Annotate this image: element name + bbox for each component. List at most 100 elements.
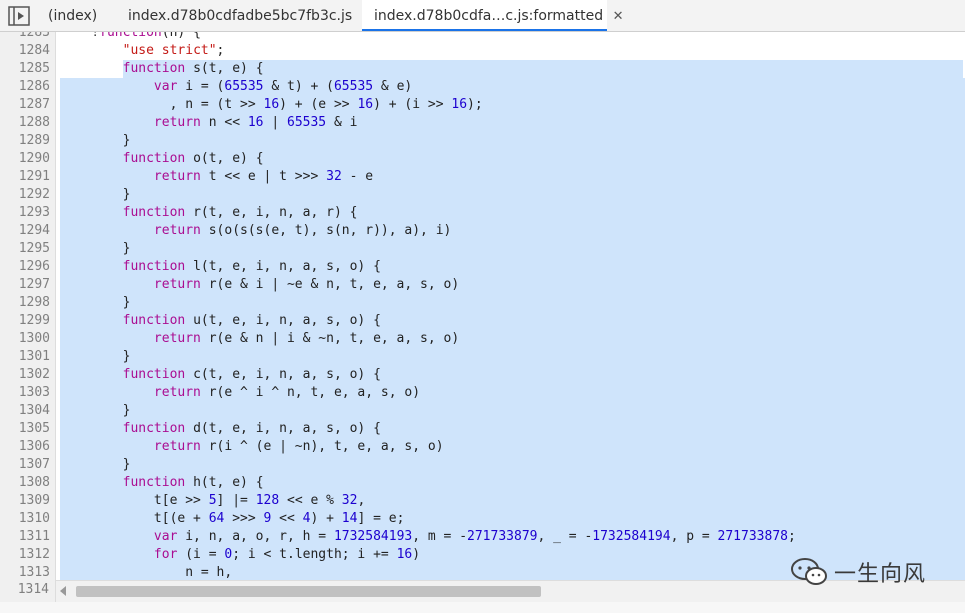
line-number: 1304: [18, 403, 50, 418]
line-number: 1294: [18, 223, 50, 238]
code-line[interactable]: 1309 t[e >> 5] |= 128 << e % 32,: [0, 492, 965, 510]
code-text: t[(e + 64 >>> 9 << 4) + 14] = e;: [60, 510, 965, 528]
watermark-text: 一生向风: [834, 562, 927, 587]
code-line[interactable]: 1311 var i, n, a, o, r, h = 1732584193, …: [0, 528, 965, 546]
code-line[interactable]: 1294 return s(o(s(s(e, t), s(n, r)), a),…: [0, 222, 965, 240]
code-line[interactable]: 1283 !function(n) {: [0, 32, 965, 42]
line-number: 1291: [18, 169, 50, 184]
line-number: 1286: [18, 79, 50, 94]
code-text: function s(t, e) {: [60, 60, 965, 78]
code-text: function h(t, e) {: [60, 474, 965, 492]
line-number: 1293: [18, 205, 50, 220]
code-text: function r(t, e, i, n, a, r) {: [60, 204, 965, 222]
line-number: 1310: [18, 511, 50, 526]
code-line[interactable]: 1298 }: [0, 294, 965, 312]
scroll-thumb[interactable]: [76, 586, 541, 597]
watermark: 一生向风: [790, 552, 926, 592]
code-line[interactable]: 1287 , n = (t >> 16) + (e >> 16) + (i >>…: [0, 96, 965, 114]
code-line[interactable]: 1290 function o(t, e) {: [0, 150, 965, 168]
code-lines: 1283 !function(n) {1284 "use strict"; 128…: [0, 32, 965, 580]
tab-label: index.d78b0cdfa…c.js:formatted: [374, 8, 604, 24]
code-line[interactable]: 1305 function d(t, e, i, n, a, s, o) {: [0, 420, 965, 438]
code-text: function o(t, e) {: [60, 150, 965, 168]
code-text: }: [60, 186, 965, 204]
code-line[interactable]: 1288 return n << 16 | 65535 & i: [0, 114, 965, 132]
line-number: 1302: [18, 367, 50, 382]
tab-index-js-formatted[interactable]: index.d78b0cdfa…c.js:formatted ✕: [362, 0, 624, 31]
code-text: function l(t, e, i, n, a, s, o) {: [60, 258, 965, 276]
line-number: 1307: [18, 457, 50, 472]
code-text: var i = (65535 & t) + (65535 & e): [60, 78, 965, 96]
code-text: return r(i ^ (e | ~n), t, e, a, s, o): [60, 438, 965, 456]
line-number: 1290: [18, 151, 50, 166]
code-text: }: [60, 348, 965, 366]
code-text: t[e >> 5] |= 128 << e % 32,: [60, 492, 965, 510]
line-number: 1313: [18, 565, 50, 580]
code-line[interactable]: 1285 function s(t, e) {: [0, 60, 965, 78]
code-line[interactable]: 1307 }: [0, 456, 965, 474]
code-text: function u(t, e, i, n, a, s, o) {: [60, 312, 965, 330]
line-number: 1314: [17, 582, 49, 597]
tab-label: (index): [48, 8, 98, 24]
line-number: 1298: [18, 295, 50, 310]
code-text: return r(e & i | ~e & n, t, e, a, s, o): [60, 276, 965, 294]
navigator-toggle-icon[interactable]: [8, 6, 30, 26]
code-line[interactable]: 1310 t[(e + 64 >>> 9 << 4) + 14] = e;: [0, 510, 965, 528]
tab-index-js[interactable]: index.d78b0cdfadbe5bc7fb3c.js: [116, 0, 360, 31]
code-line[interactable]: 1299 function u(t, e, i, n, a, s, o) {: [0, 312, 965, 330]
line-number: 1295: [18, 241, 50, 256]
code-text: }: [60, 240, 965, 258]
close-icon[interactable]: ✕: [611, 1, 625, 33]
code-line[interactable]: 1304 }: [0, 402, 965, 420]
line-number: 1300: [18, 331, 50, 346]
line-number: 1285: [18, 61, 50, 76]
code-text: }: [60, 294, 965, 312]
code-line[interactable]: 1291 return t << e | t >>> 32 - e: [0, 168, 965, 186]
tab-label: index.d78b0cdfadbe5bc7fb3c.js: [128, 8, 353, 24]
code-text: }: [60, 456, 965, 474]
line-number: 1308: [18, 475, 50, 490]
code-line[interactable]: 1292 }: [0, 186, 965, 204]
code-text: !function(n) {: [60, 32, 201, 40]
line-number: 1301: [18, 349, 50, 364]
code-line[interactable]: 1293 function r(t, e, i, n, a, r) {: [0, 204, 965, 222]
code-editor[interactable]: 1283 !function(n) {1284 "use strict"; 128…: [0, 32, 965, 580]
code-line[interactable]: 1302 function c(t, e, i, n, a, s, o) {: [0, 366, 965, 384]
gutter-last-line: 1314: [0, 580, 56, 602]
tab-index[interactable]: (index): [36, 0, 105, 31]
code-text: return r(e & n | i & ~n, t, e, a, s, o): [60, 330, 965, 348]
code-text: function c(t, e, i, n, a, s, o) {: [60, 366, 965, 384]
code-text: }: [60, 402, 965, 420]
line-number: 1306: [18, 439, 50, 454]
code-line[interactable]: 1296 function l(t, e, i, n, a, s, o) {: [0, 258, 965, 276]
code-line[interactable]: 1286 var i = (65535 & t) + (65535 & e): [0, 78, 965, 96]
code-line[interactable]: 1295 }: [0, 240, 965, 258]
line-number: 1288: [18, 115, 50, 130]
tab-bar: (index) index.d78b0cdfadbe5bc7fb3c.js in…: [0, 0, 965, 32]
scroll-left-arrow-icon[interactable]: [60, 586, 66, 596]
code-line[interactable]: 1297 return r(e & i | ~e & n, t, e, a, s…: [0, 276, 965, 294]
bottom-strip: [0, 602, 965, 613]
code-line[interactable]: 1306 return r(i ^ (e | ~n), t, e, a, s, …: [0, 438, 965, 456]
code-text: }: [60, 132, 965, 150]
code-line[interactable]: 1303 return r(e ^ i ^ n, t, e, a, s, o): [0, 384, 965, 402]
line-number: 1297: [18, 277, 50, 292]
code-text: return t << e | t >>> 32 - e: [60, 168, 965, 186]
line-number: 1311: [18, 529, 50, 544]
line-number: 1299: [18, 313, 50, 328]
code-line[interactable]: 1284 "use strict";: [0, 42, 965, 60]
line-number: 1309: [18, 493, 50, 508]
code-text: return s(o(s(s(e, t), s(n, r)), a), i): [60, 222, 965, 240]
code-text: return r(e ^ i ^ n, t, e, a, s, o): [60, 384, 965, 402]
code-line[interactable]: 1308 function h(t, e) {: [0, 474, 965, 492]
line-number: 1283: [18, 32, 50, 40]
code-line[interactable]: 1300 return r(e & n | i & ~n, t, e, a, s…: [0, 330, 965, 348]
line-number: 1305: [18, 421, 50, 436]
code-text: , n = (t >> 16) + (e >> 16) + (i >> 16);: [60, 96, 965, 114]
code-line[interactable]: 1301 }: [0, 348, 965, 366]
line-number: 1296: [18, 259, 50, 274]
line-number: 1289: [18, 133, 50, 148]
line-number: 1284: [18, 43, 50, 58]
code-line[interactable]: 1289 }: [0, 132, 965, 150]
line-number: 1303: [18, 385, 50, 400]
